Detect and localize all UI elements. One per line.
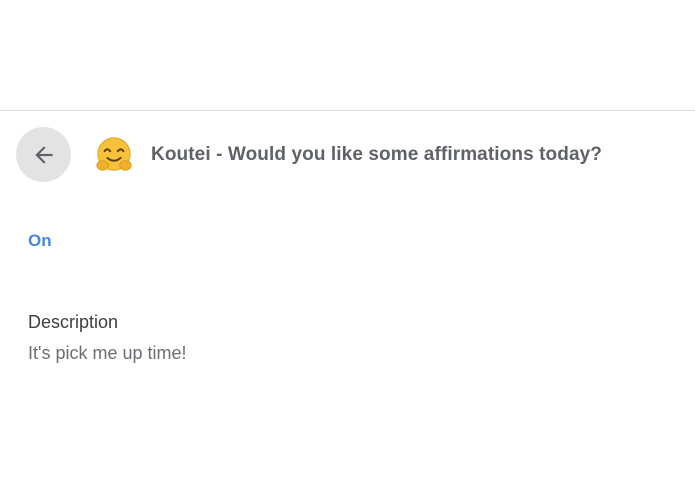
description-value: It's pick me up time! bbox=[28, 343, 187, 363]
hugging-face-emoji-icon bbox=[96, 137, 132, 171]
arrow-left-icon bbox=[34, 145, 53, 164]
reminder-title: Koutei - Would you like some affirmation… bbox=[151, 144, 602, 165]
reminder-header: Koutei - Would you like some affirmation… bbox=[0, 127, 695, 183]
top-blank-area bbox=[0, 0, 695, 110]
description-label: Description bbox=[28, 312, 119, 332]
header-divider bbox=[0, 110, 695, 111]
status-toggle-label[interactable]: On bbox=[28, 231, 52, 251]
reminder-detail-page: Koutei - Would you like some affirmation… bbox=[0, 0, 695, 494]
back-button[interactable] bbox=[16, 127, 71, 182]
